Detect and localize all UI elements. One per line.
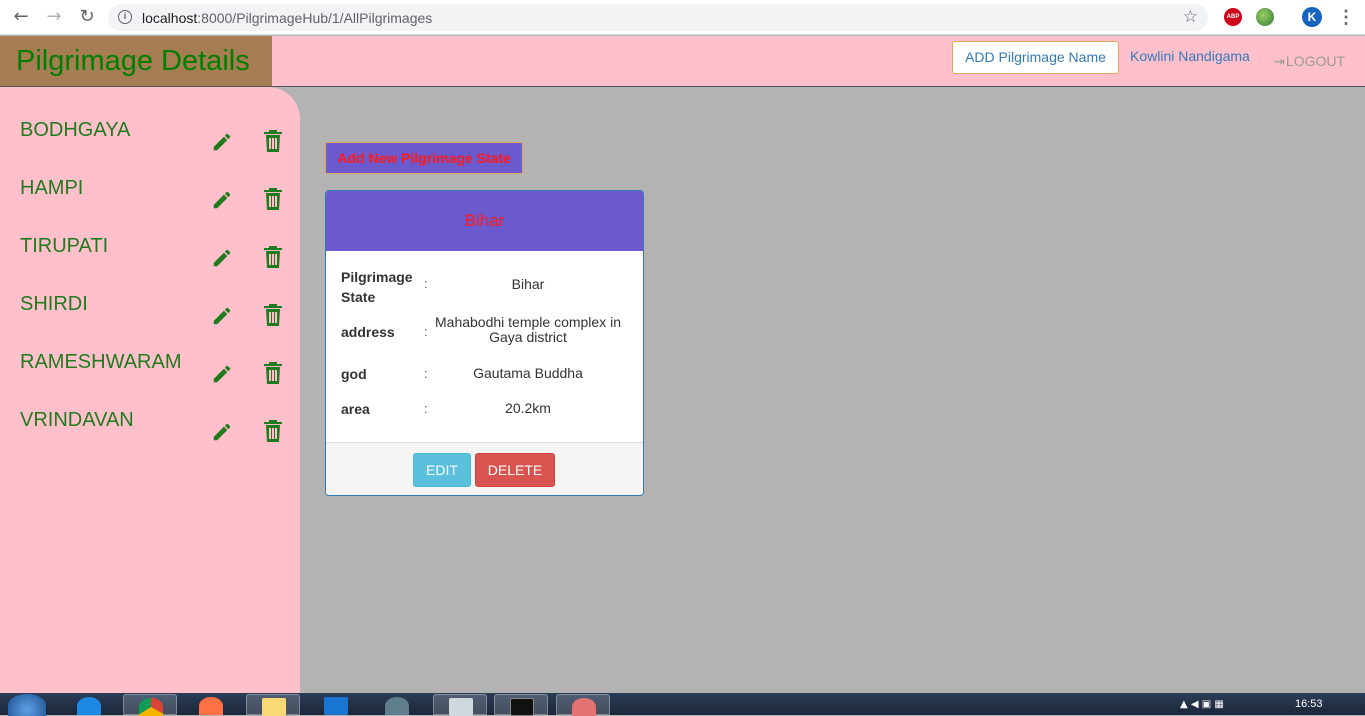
logout-label: LOGOUT bbox=[1285, 53, 1346, 69]
detail-value: Bihar bbox=[511, 276, 545, 292]
taskbar-firefox[interactable] bbox=[184, 694, 238, 715]
folder-icon bbox=[262, 698, 286, 716]
detail-value: 20.2km bbox=[505, 400, 551, 416]
sidebar: BODHGAYA HAMPI TIRUPATI SHIRDI RAMESHWAR… bbox=[0, 87, 300, 693]
taskbar-tool[interactable] bbox=[556, 694, 610, 716]
detail-value: Gautama Buddha bbox=[473, 365, 583, 381]
detail-separator: : bbox=[424, 324, 428, 339]
windows-taskbar: ▲ ◀ ▣ ▦ 16:53 bbox=[0, 693, 1365, 716]
browser-toolbar: ← → ↻ i localhost:8000/PilgrimageHub/1/A… bbox=[0, 0, 1365, 35]
add-new-pilgrimage-state-button[interactable]: Add New Pilgrimage State bbox=[325, 142, 523, 174]
sidebar-item-vrindavan[interactable]: VRINDAVAN bbox=[0, 409, 300, 459]
detail-label: god bbox=[341, 366, 367, 382]
sidebar-item-tirupati[interactable]: TIRUPATI bbox=[0, 235, 300, 285]
pencil-icon[interactable] bbox=[211, 247, 233, 269]
user-name-link[interactable]: Kowlini Nandigama bbox=[1130, 48, 1250, 64]
logout-link[interactable]: ⇥LOGOUT bbox=[1274, 53, 1345, 70]
pencil-icon[interactable] bbox=[211, 363, 233, 385]
delete-button[interactable]: DELETE bbox=[475, 453, 555, 487]
app-icon bbox=[385, 697, 409, 715]
firefox-icon bbox=[199, 697, 223, 715]
trash-icon[interactable] bbox=[263, 419, 283, 443]
trash-icon[interactable] bbox=[263, 303, 283, 327]
add-pilgrimage-name-button[interactable]: ADD Pilgrimage Name bbox=[952, 41, 1119, 74]
sidebar-item-label[interactable]: BODHGAYA bbox=[20, 119, 130, 142]
app-header: Pilgrimage Details ADD Pilgrimage Name K… bbox=[0, 36, 1365, 87]
pencil-icon[interactable] bbox=[211, 131, 233, 153]
address-bar[interactable]: i localhost:8000/PilgrimageHub/1/AllPilg… bbox=[108, 4, 1208, 31]
edit-button[interactable]: EDIT bbox=[413, 453, 471, 487]
sidebar-item-shirdi[interactable]: SHIRDI bbox=[0, 293, 300, 343]
detail-separator: : bbox=[424, 366, 428, 381]
trash-icon[interactable] bbox=[263, 129, 283, 153]
detail-label: address bbox=[341, 324, 395, 340]
profile-avatar[interactable]: K bbox=[1302, 7, 1322, 27]
sidebar-item-bodhgaya[interactable]: BODHGAYA bbox=[0, 119, 300, 169]
editor-icon bbox=[324, 697, 348, 715]
detail-label: Pilgrimage State bbox=[341, 269, 413, 305]
taskbar-chrome[interactable] bbox=[123, 694, 177, 716]
trash-icon[interactable] bbox=[263, 361, 283, 385]
detail-separator: : bbox=[424, 401, 428, 416]
card-body: Pilgrimage State : Bihar address : Mahab… bbox=[326, 251, 643, 442]
page-title: Pilgrimage Details bbox=[0, 36, 272, 86]
taskbar-ie[interactable] bbox=[62, 694, 116, 715]
taskbar-explorer[interactable] bbox=[246, 694, 300, 716]
info-icon[interactable]: i bbox=[118, 10, 132, 24]
forward-arrow-icon[interactable]: → bbox=[43, 6, 65, 28]
trash-icon[interactable] bbox=[263, 187, 283, 211]
pencil-icon[interactable] bbox=[211, 421, 233, 443]
back-arrow-icon[interactable]: ← bbox=[10, 6, 32, 28]
system-tray-icons[interactable]: ▲ ◀ ▣ ▦ bbox=[1180, 699, 1224, 710]
internet-explorer-icon bbox=[77, 697, 101, 715]
taskbar-media[interactable] bbox=[433, 694, 487, 716]
document-icon bbox=[449, 698, 473, 716]
card-footer: EDIT DELETE bbox=[326, 442, 643, 495]
taskbar-cmd[interactable] bbox=[494, 694, 548, 716]
sidebar-item-label[interactable]: RAMESHWARAM bbox=[20, 351, 181, 374]
detail-separator: : bbox=[424, 276, 428, 291]
sidebar-item-label[interactable]: SHIRDI bbox=[20, 293, 88, 316]
url-text[interactable]: localhost:8000/PilgrimageHub/1/AllPilgri… bbox=[142, 10, 432, 26]
logout-icon: ⇥ bbox=[1274, 55, 1285, 70]
globe-extension-icon[interactable] bbox=[1256, 8, 1274, 26]
bookmark-star-icon[interactable]: ☆ bbox=[1183, 7, 1198, 27]
trash-icon[interactable] bbox=[263, 245, 283, 269]
detail-label: area bbox=[341, 401, 370, 417]
sidebar-item-label[interactable]: HAMPI bbox=[20, 177, 83, 200]
windows-start-icon[interactable] bbox=[8, 694, 46, 716]
detail-value: Mahabodhi temple complex in Gaya distric… bbox=[435, 314, 621, 345]
pencil-icon[interactable] bbox=[211, 189, 233, 211]
sidebar-item-label[interactable]: VRINDAVAN bbox=[20, 409, 134, 432]
chrome-icon bbox=[139, 698, 163, 716]
sidebar-item-rameshwaram[interactable]: RAMESHWARAM bbox=[0, 351, 300, 401]
taskbar-editor[interactable] bbox=[309, 694, 363, 715]
pencil-icon[interactable] bbox=[211, 305, 233, 327]
sidebar-item-hampi[interactable]: HAMPI bbox=[0, 177, 300, 227]
reload-icon[interactable]: ↻ bbox=[76, 6, 98, 28]
adblock-icon[interactable]: ABP bbox=[1224, 8, 1242, 26]
pilgrimage-card: Bihar Pilgrimage State : Bihar address :… bbox=[325, 190, 644, 496]
menu-dots-icon[interactable]: ⋮ bbox=[1337, 6, 1355, 28]
taskbar-app[interactable] bbox=[370, 694, 424, 715]
sidebar-item-label[interactable]: TIRUPATI bbox=[20, 235, 108, 258]
terminal-icon bbox=[510, 698, 534, 716]
tool-icon bbox=[572, 698, 596, 716]
taskbar-clock[interactable]: 16:53 bbox=[1295, 698, 1323, 710]
card-title: Bihar bbox=[326, 191, 643, 251]
